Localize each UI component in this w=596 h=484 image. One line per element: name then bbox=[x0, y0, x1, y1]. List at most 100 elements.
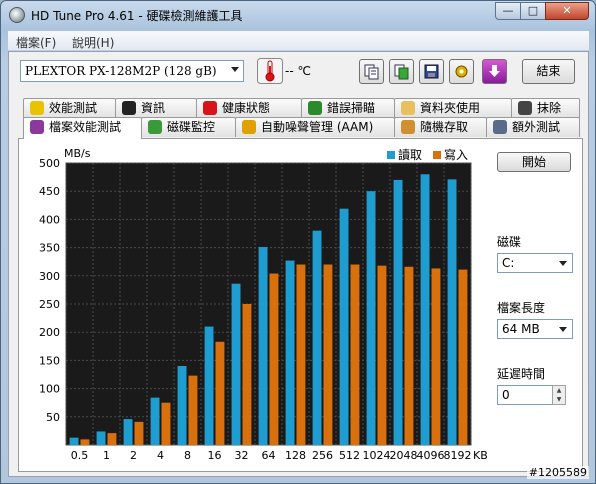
y-tick-label: 350 bbox=[39, 242, 60, 255]
legend-read-swatch bbox=[387, 151, 395, 159]
save-button[interactable] bbox=[419, 59, 444, 84]
thermometer-icon bbox=[257, 58, 283, 84]
legend-read-label: 讀取 bbox=[398, 148, 422, 162]
temperature-readout: -- ℃ bbox=[285, 64, 311, 78]
read-bar bbox=[204, 326, 214, 445]
menu-help[interactable]: 說明(H) bbox=[72, 34, 114, 51]
chevron-down-icon bbox=[559, 327, 567, 332]
tab-bottom-2[interactable]: 自動噪聲管理 (AAM) bbox=[235, 117, 395, 137]
legend-write-label: 寫入 bbox=[444, 147, 468, 162]
x-tick-label: 2 bbox=[130, 449, 137, 462]
tab-bottom-0[interactable]: 檔案效能測試 bbox=[23, 117, 142, 139]
file-length-select[interactable]: 64 MB bbox=[497, 319, 573, 339]
write-bar bbox=[242, 304, 252, 445]
start-button[interactable]: 開始 bbox=[497, 152, 571, 172]
copy-icon bbox=[364, 64, 379, 80]
x-tick-label: 8192 bbox=[444, 449, 472, 462]
title-bar[interactable]: HD Tune Pro 4.61 - 硬碟檢測維護工具 — □ ✕ bbox=[1, 1, 595, 29]
menu-bar: 檔案(F) 說明(H) bbox=[8, 31, 589, 51]
read-bar bbox=[339, 208, 349, 445]
save-icon bbox=[424, 64, 439, 79]
write-bar bbox=[350, 264, 360, 445]
x-tick-label: 1024 bbox=[363, 449, 391, 462]
write-bar bbox=[458, 269, 468, 445]
tab-top-3[interactable]: 錯誤掃瞄 bbox=[301, 98, 395, 118]
chevron-down-icon bbox=[231, 67, 239, 72]
download-button[interactable] bbox=[482, 59, 507, 84]
read-bar bbox=[258, 247, 268, 445]
tab-top-1[interactable]: 資訊 bbox=[115, 98, 197, 118]
maximize-button[interactable]: □ bbox=[520, 2, 546, 20]
main-client-area: PLEXTOR PX-128M2P (128 gB) -- ℃ 結束 效能測試 … bbox=[8, 51, 589, 477]
tab-label: 資訊 bbox=[141, 101, 166, 115]
read-bar bbox=[366, 191, 376, 445]
x-tick-label: 4 bbox=[157, 449, 164, 462]
delay-label: 延遲時間 bbox=[497, 367, 546, 381]
extra-icon bbox=[493, 120, 507, 134]
tab-label: 抹除 bbox=[537, 101, 562, 115]
menu-file[interactable]: 檔案(F) bbox=[16, 34, 56, 51]
tab-bottom-3[interactable]: 隨機存取 bbox=[394, 117, 487, 137]
minimize-button[interactable]: — bbox=[495, 2, 521, 20]
delay-spinner[interactable]: ▲ ▼ bbox=[552, 385, 566, 405]
tab-label: 資料夾使用 bbox=[420, 101, 481, 115]
y-tick-label: 450 bbox=[39, 185, 60, 198]
exit-button[interactable]: 結束 bbox=[522, 59, 575, 84]
write-bar bbox=[107, 433, 117, 445]
x-tick-label: 4096 bbox=[417, 449, 445, 462]
tab-top-0[interactable]: 效能測試 bbox=[23, 98, 116, 118]
tab-top-2[interactable]: 健康狀態 bbox=[196, 98, 302, 118]
tab-label: 效能測試 bbox=[49, 101, 98, 115]
x-tick-label: 0.5 bbox=[71, 449, 89, 462]
options-button[interactable] bbox=[449, 59, 474, 84]
write-bar bbox=[431, 268, 441, 445]
file-length-value: 64 MB bbox=[502, 322, 540, 336]
x-tick-label: 16 bbox=[208, 449, 222, 462]
trash-icon bbox=[518, 101, 532, 115]
x-unit-label: KB bbox=[473, 449, 488, 462]
folder-icon bbox=[401, 101, 415, 115]
app-window: HD Tune Pro 4.61 - 硬碟檢測維護工具 — □ ✕ 檔案(F) … bbox=[0, 0, 596, 484]
tab-label: 健康狀態 bbox=[222, 101, 271, 115]
tab-bottom-1[interactable]: 磁碟監控 bbox=[141, 117, 236, 137]
tab-label: 磁碟監控 bbox=[167, 120, 216, 134]
tab-bottom-4[interactable]: 額外測試 bbox=[486, 117, 580, 137]
app-logo-icon bbox=[9, 7, 25, 23]
copy-image-button[interactable] bbox=[389, 59, 414, 84]
x-tick-label: 256 bbox=[312, 449, 333, 462]
tab-top-4[interactable]: 資料夾使用 bbox=[394, 98, 512, 118]
write-bar bbox=[188, 375, 198, 445]
drive-letter-value: C: bbox=[502, 256, 515, 270]
read-bar bbox=[393, 179, 403, 446]
bulb-icon bbox=[30, 101, 44, 115]
read-bar bbox=[69, 437, 79, 445]
read-bar bbox=[420, 174, 430, 445]
copy-text-button[interactable] bbox=[359, 59, 384, 84]
write-bar bbox=[269, 273, 279, 445]
spin-down-icon[interactable]: ▼ bbox=[553, 395, 565, 404]
file-length-label: 檔案長度 bbox=[497, 301, 546, 315]
file-bench-icon bbox=[30, 120, 44, 134]
health-icon bbox=[203, 101, 217, 115]
chevron-down-icon bbox=[559, 261, 567, 266]
write-bar bbox=[404, 266, 414, 445]
delay-input[interactable]: 0 bbox=[497, 385, 553, 405]
write-bar bbox=[80, 439, 90, 445]
write-bar bbox=[134, 421, 144, 445]
y-tick-label: 500 bbox=[39, 157, 60, 170]
close-button[interactable]: ✕ bbox=[545, 2, 589, 20]
spin-up-icon[interactable]: ▲ bbox=[553, 386, 565, 395]
delay-value: 0 bbox=[502, 388, 510, 402]
download-icon bbox=[489, 65, 500, 77]
y-tick-label: 150 bbox=[39, 354, 60, 367]
tab-top-5[interactable]: 抹除 bbox=[511, 98, 580, 118]
monitor-icon bbox=[148, 120, 162, 134]
x-tick-label: 2048 bbox=[390, 449, 418, 462]
tab-label: 錯誤掃瞄 bbox=[327, 101, 376, 115]
drive-select[interactable]: PLEXTOR PX-128M2P (128 gB) bbox=[20, 60, 244, 82]
y-tick-label: 400 bbox=[39, 213, 60, 226]
drive-label: 磁碟 bbox=[497, 235, 522, 249]
write-bar bbox=[296, 264, 306, 445]
drive-letter-select[interactable]: C: bbox=[497, 253, 573, 273]
read-bar bbox=[177, 366, 187, 445]
